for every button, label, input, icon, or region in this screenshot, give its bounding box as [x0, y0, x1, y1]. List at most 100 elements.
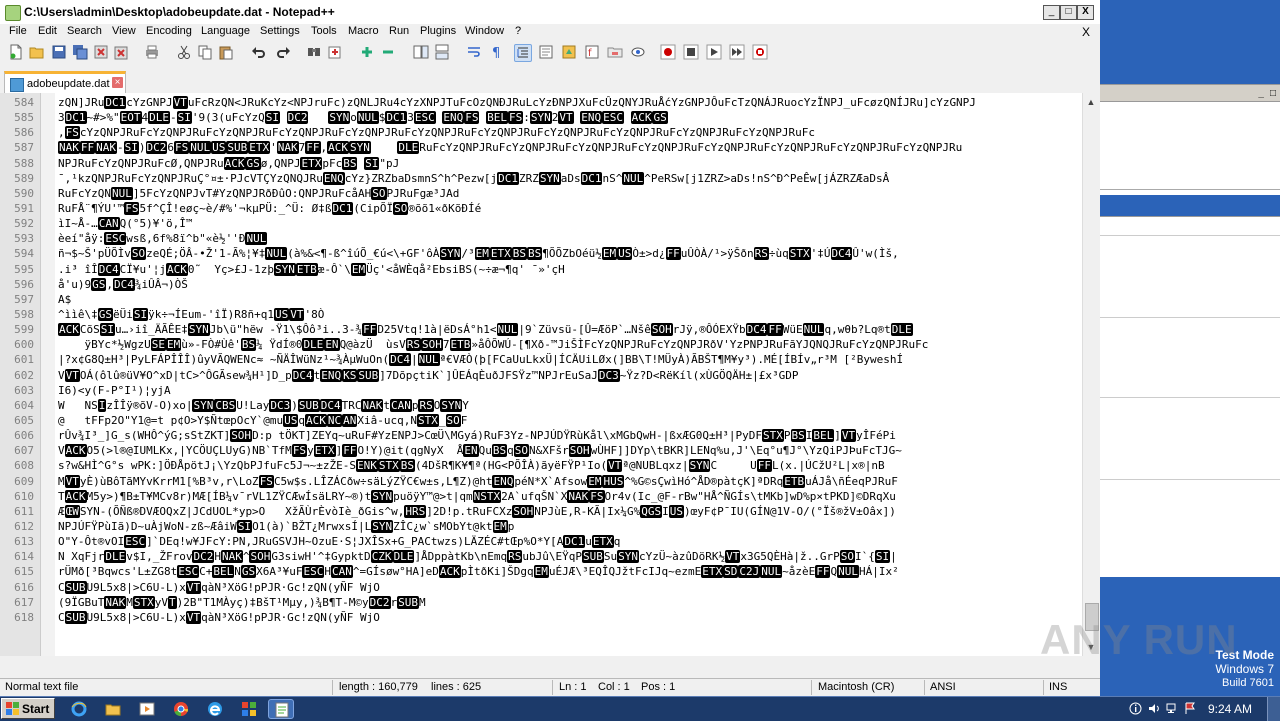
taskbar-ie[interactable] [66, 699, 92, 719]
tab-adobeupdate[interactable]: adobeupdate.dat × [4, 71, 126, 93]
line-number: 599 [14, 323, 34, 337]
print-icon[interactable] [144, 44, 160, 60]
menu-settings[interactable]: Settings [260, 25, 300, 37]
menu-tools[interactable]: Tools [311, 25, 337, 37]
line-number: 584 [14, 96, 34, 109]
doc-map-icon[interactable] [561, 44, 577, 60]
maximize-button[interactable]: □ [1060, 5, 1077, 20]
control-char-token: CAN [97, 217, 120, 231]
menu-search[interactable]: Search [67, 25, 102, 37]
code-line: N XqFjrDLEv$I,_ŽFrovDC2HNAK^SOHG3siwH'^‡… [58, 549, 1074, 564]
text-run: P [783, 429, 791, 443]
word-wrap-icon[interactable] [466, 44, 482, 60]
show-desktop-button[interactable] [1267, 697, 1280, 721]
menu-help[interactable]: ? [515, 25, 521, 37]
code-line: CSUBU9L5x8|>C6U-L)xVTqàN³XöG!pPJR·Gc!zQN… [58, 610, 1074, 625]
control-char-token: DC1 [385, 111, 408, 125]
menu-file[interactable]: File [9, 25, 27, 37]
vertical-scrollbar[interactable]: ▲ ▼ [1082, 93, 1100, 656]
user-language-icon[interactable] [538, 44, 554, 60]
save-all-icon[interactable] [72, 44, 88, 60]
menu-edit[interactable]: Edit [38, 25, 57, 37]
security-flag-icon[interactable] [1184, 702, 1197, 715]
control-char-token: SYN [538, 171, 561, 185]
scroll-thumb[interactable] [1085, 603, 1099, 631]
minimize-icon[interactable]: _ [1256, 88, 1266, 99]
indent-guide-icon[interactable] [514, 44, 532, 62]
taskbar-edge[interactable] [202, 699, 228, 719]
status-encoding[interactable]: ANSI [930, 681, 956, 693]
show-all-chars-icon[interactable]: ¶ [488, 44, 504, 60]
start-button[interactable]: Start [1, 698, 55, 719]
minimize-button[interactable]: _ [1043, 5, 1060, 20]
code-line: |?x¢G8Q±H³|PyLFÁPÎÎÎ)ûyVÃQWENc≈ ~ÑÄÎWüNz… [58, 352, 1074, 367]
horizontal-scrollbar[interactable] [0, 656, 1100, 678]
menu-encoding[interactable]: Encoding [146, 25, 192, 37]
status-eol[interactable]: Macintosh (CR) [818, 681, 894, 693]
replace-icon[interactable] [327, 44, 343, 60]
tab-bar: adobeupdate.dat × [0, 65, 1100, 94]
network-icon[interactable] [1166, 702, 1179, 715]
find-icon[interactable] [306, 44, 322, 60]
maximize-icon[interactable]: □ [1268, 88, 1278, 99]
text-run: zÎÎÿ®õV-O)xo| [106, 398, 193, 412]
save-macro-icon[interactable] [752, 44, 768, 60]
status-insert-mode[interactable]: INS [1049, 681, 1067, 693]
text-run: ëÜi [113, 307, 133, 321]
stop-macro-icon[interactable] [683, 44, 699, 60]
play-macro-icon[interactable] [706, 44, 722, 60]
tab-close-icon[interactable]: × [112, 77, 123, 88]
control-char-token: BS [342, 156, 358, 170]
run-macro-multiple-icon[interactable] [729, 44, 745, 60]
zoom-in-icon[interactable] [359, 44, 375, 60]
redo-icon[interactable] [275, 44, 291, 60]
volume-icon[interactable] [1148, 702, 1161, 715]
control-char-token: FF [79, 141, 96, 155]
menu-run[interactable]: Run [389, 25, 409, 37]
control-char-token: EN [324, 338, 340, 352]
open-file-icon[interactable] [29, 44, 45, 60]
title-bar[interactable]: C:\Users\admin\Desktop\adobeupdate.dat -… [0, 0, 1100, 25]
editor-pane[interactable]: 584 585 586 587 588 589 590 591 592 593 594 595 596 5… [0, 93, 1100, 656]
control-char-token: SI [364, 156, 380, 170]
taskbar-notepadpp[interactable] [268, 699, 294, 719]
menu-view[interactable]: View [112, 25, 136, 37]
menu-window[interactable]: Window [465, 25, 504, 37]
close-all-icon[interactable] [114, 44, 130, 60]
divider [332, 680, 333, 695]
new-file-icon[interactable] [8, 44, 24, 60]
close-file-icon[interactable] [93, 44, 109, 60]
scroll-up-arrow-icon[interactable]: ▲ [1085, 96, 1097, 108]
line-number: 603 [14, 383, 34, 397]
sync-vertical-icon[interactable] [413, 44, 429, 60]
status-col: Col : 1 [598, 681, 630, 693]
menu-language[interactable]: Language [201, 25, 250, 37]
taskbar-media[interactable] [134, 699, 160, 719]
control-char-token: US [617, 247, 633, 261]
menu-plugins[interactable]: Plugins [420, 25, 456, 37]
cut-icon[interactable] [176, 44, 192, 60]
taskbar-explorer[interactable] [100, 699, 126, 719]
control-char-token: BS [527, 247, 543, 261]
text-run: Y [462, 398, 469, 412]
system-clock[interactable]: 9:24 AM [1208, 702, 1252, 716]
paste-icon[interactable] [218, 44, 234, 60]
folder-workspace-icon[interactable] [607, 44, 623, 60]
monitoring-icon[interactable] [630, 44, 646, 60]
function-list-icon[interactable]: f [584, 44, 600, 60]
menu-macro[interactable]: Macro [348, 25, 379, 37]
zoom-out-icon[interactable] [380, 44, 396, 60]
control-char-token: RS [405, 338, 422, 352]
close-button[interactable]: X [1077, 5, 1094, 20]
save-icon[interactable] [51, 44, 67, 60]
taskbar-chrome[interactable] [168, 699, 194, 719]
sync-horizontal-icon[interactable] [434, 44, 450, 60]
scroll-down-arrow-icon[interactable]: ▼ [1085, 641, 1097, 653]
undo-icon[interactable] [251, 44, 267, 60]
text-area[interactable]: zQN]JRuDC1cYzGNPJVTuFcRzQN<JRuKcYz<NPJru… [58, 95, 1074, 656]
taskbar-app[interactable] [236, 699, 262, 719]
record-macro-icon[interactable] [660, 44, 676, 60]
copy-icon[interactable] [197, 44, 213, 60]
close-document-x[interactable]: X [1082, 25, 1090, 39]
info-icon[interactable] [1129, 702, 1142, 715]
